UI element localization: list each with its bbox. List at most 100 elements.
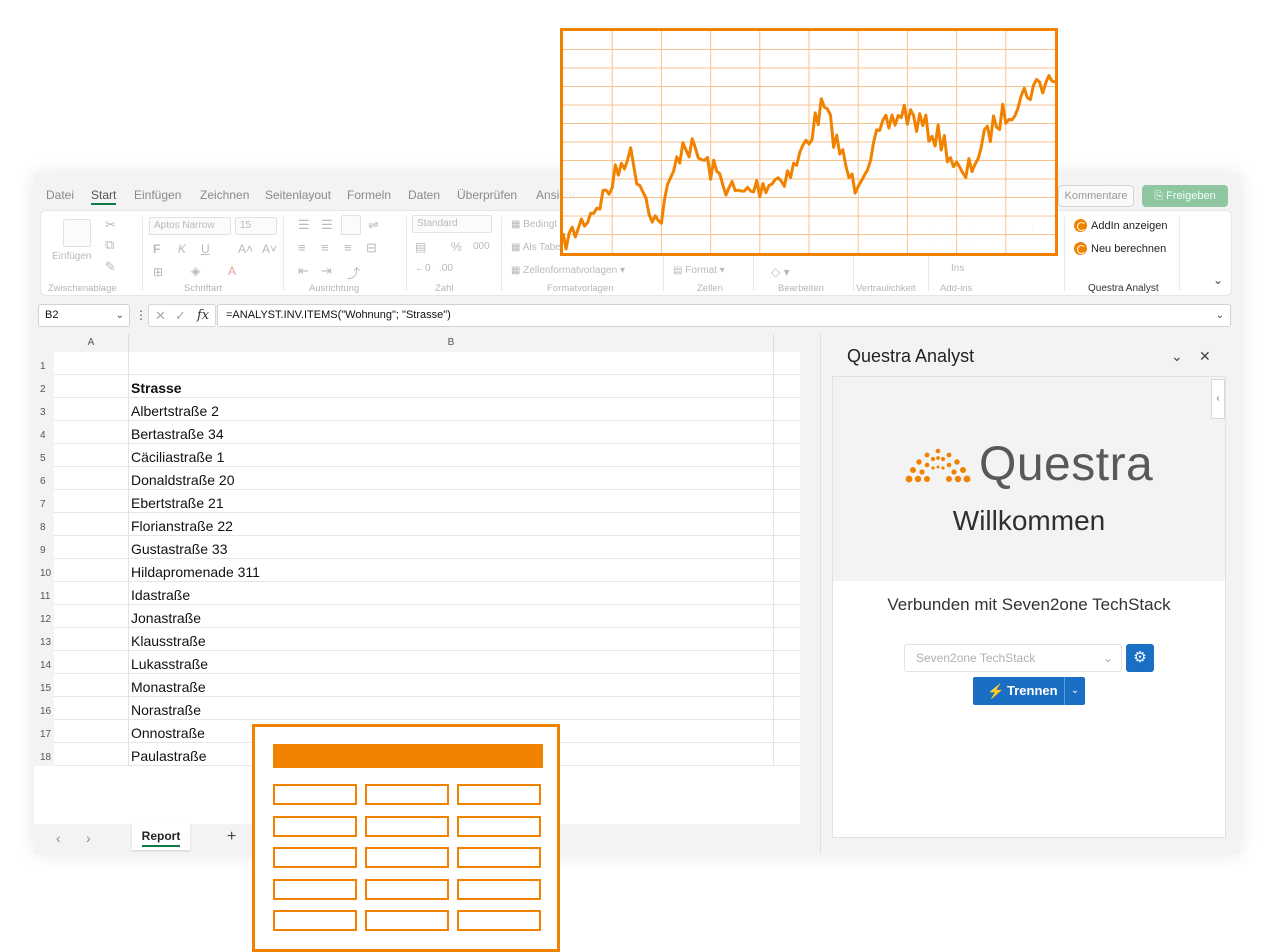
align-right-icon[interactable]: ≡ bbox=[344, 240, 352, 255]
align-left-icon[interactable]: ≡ bbox=[298, 240, 306, 255]
menu-tab-formeln[interactable]: Formeln bbox=[347, 188, 391, 202]
row-header[interactable]: 1 bbox=[34, 352, 54, 375]
row-header[interactable]: 6 bbox=[34, 467, 54, 490]
cell-a[interactable] bbox=[54, 720, 129, 743]
increase-decimal-icon[interactable]: ←0 bbox=[415, 263, 431, 274]
format-as-table-button[interactable]: ▦ Als Tabe bbox=[511, 242, 561, 253]
font-color-icon[interactable]: A bbox=[228, 264, 236, 278]
menu-tab-datei[interactable]: Datei bbox=[46, 188, 74, 202]
cell-a[interactable] bbox=[54, 628, 129, 651]
expand-formula-icon[interactable]: ⌄ bbox=[1216, 305, 1224, 326]
cell-b[interactable]: Gustastraße 33 bbox=[129, 536, 774, 559]
menu-tab-ueberpruefen[interactable]: Überprüfen bbox=[457, 188, 517, 202]
paste-label[interactable]: Einfügen bbox=[52, 251, 91, 262]
cell-a[interactable] bbox=[54, 605, 129, 628]
cell-a[interactable] bbox=[54, 536, 129, 559]
row-header[interactable]: 16 bbox=[34, 697, 54, 720]
chevron-down-icon[interactable]: ⌄ bbox=[1064, 677, 1085, 705]
format-painter-icon[interactable]: ✎ bbox=[105, 259, 116, 275]
shrink-font-icon[interactable]: A˅ bbox=[262, 242, 277, 256]
menu-tab-seitenlayout[interactable]: Seitenlayout bbox=[265, 188, 331, 202]
prev-sheet-icon[interactable]: ‹ bbox=[56, 830, 61, 846]
row-header[interactable]: 11 bbox=[34, 582, 54, 605]
add-sheet-icon[interactable]: + bbox=[227, 828, 236, 846]
cell-b[interactable]: Cäciliastraße 1 bbox=[129, 444, 774, 467]
collapse-chevron-icon[interactable]: ‹ bbox=[1211, 379, 1225, 419]
fill-color-icon[interactable]: ◈ bbox=[191, 264, 200, 278]
cell-c[interactable] bbox=[774, 697, 800, 720]
cell-a[interactable] bbox=[54, 743, 129, 766]
decrease-decimal-icon[interactable]: .00 bbox=[439, 263, 453, 274]
paste-icon[interactable] bbox=[63, 219, 91, 247]
disconnect-button[interactable]: ⚡ Trennen ⌄ bbox=[973, 677, 1085, 705]
cell-b[interactable]: Albertstraße 2 bbox=[129, 398, 774, 421]
connection-select[interactable]: Seven2one TechStack ⌄ bbox=[904, 644, 1122, 672]
cell-c[interactable] bbox=[774, 467, 800, 490]
cell-a[interactable] bbox=[54, 352, 129, 375]
cell-a[interactable] bbox=[54, 421, 129, 444]
cell-a[interactable] bbox=[54, 697, 129, 720]
recalc-button[interactable]: Neu berechnen bbox=[1074, 242, 1166, 255]
cell-a[interactable] bbox=[54, 651, 129, 674]
cell-a[interactable] bbox=[54, 559, 129, 582]
conditional-format-button[interactable]: ▦ Bedingt bbox=[511, 219, 557, 230]
indent-decrease-icon[interactable]: ⇤ bbox=[298, 263, 309, 279]
settings-button[interactable]: ⚙ bbox=[1126, 644, 1154, 672]
share-button[interactable]: ⎘ Freigeben bbox=[1142, 185, 1228, 207]
cell-a[interactable] bbox=[54, 467, 129, 490]
row-header[interactable]: 8 bbox=[34, 513, 54, 536]
row-header[interactable]: 13 bbox=[34, 628, 54, 651]
percent-icon[interactable]: % bbox=[451, 240, 462, 254]
underline-icon[interactable]: U bbox=[201, 242, 210, 256]
show-addin-button[interactable]: AddIn anzeigen bbox=[1074, 219, 1167, 232]
column-header-c[interactable] bbox=[774, 334, 800, 352]
cell-a[interactable] bbox=[54, 375, 129, 398]
cell-c[interactable] bbox=[774, 536, 800, 559]
column-header-b[interactable]: B bbox=[129, 334, 774, 352]
cell-c[interactable] bbox=[774, 651, 800, 674]
menu-tab-einfuegen[interactable]: Einfügen bbox=[134, 188, 181, 202]
font-size-select[interactable]: 15 bbox=[235, 217, 277, 235]
cell-b[interactable]: Norastraße bbox=[129, 697, 774, 720]
cell-c[interactable] bbox=[774, 605, 800, 628]
formula-input[interactable]: =ANALYST.INV.ITEMS("Wohnung"; "Strasse")… bbox=[217, 304, 1231, 327]
menu-tab-daten[interactable]: Daten bbox=[408, 188, 440, 202]
cell-c[interactable] bbox=[774, 674, 800, 697]
copy-icon[interactable]: ⧉ bbox=[105, 237, 114, 253]
align-center-icon[interactable]: ≡ bbox=[321, 240, 329, 255]
cell-b[interactable]: Jonastraße bbox=[129, 605, 774, 628]
cell-a[interactable] bbox=[54, 444, 129, 467]
grow-font-icon[interactable]: A˄ bbox=[238, 242, 253, 256]
row-header[interactable]: 15 bbox=[34, 674, 54, 697]
cell-b[interactable]: Ebertstraße 21 bbox=[129, 490, 774, 513]
cell-styles-button[interactable]: ▦ Zellenformatvorlagen ▾ bbox=[511, 265, 625, 276]
bold-icon[interactable]: F bbox=[153, 242, 160, 256]
orientation-icon[interactable]: ⤴ bbox=[347, 263, 360, 282]
italic-icon[interactable]: K bbox=[178, 242, 186, 256]
cell-c[interactable] bbox=[774, 513, 800, 536]
row-header[interactable]: 2 bbox=[34, 375, 54, 398]
cell-c[interactable] bbox=[774, 352, 800, 375]
row-header[interactable]: 3 bbox=[34, 398, 54, 421]
comments-button[interactable]: Kommentare bbox=[1058, 185, 1134, 207]
menu-tab-zeichnen[interactable]: Zeichnen bbox=[200, 188, 249, 202]
cell-c[interactable] bbox=[774, 398, 800, 421]
cell-b[interactable]: Florianstraße 22 bbox=[129, 513, 774, 536]
cell-c[interactable] bbox=[774, 444, 800, 467]
cell-b[interactable]: Monastraße bbox=[129, 674, 774, 697]
cell-a[interactable] bbox=[54, 582, 129, 605]
cell-b[interactable]: Lukasstraße bbox=[129, 651, 774, 674]
row-header[interactable]: 12 bbox=[34, 605, 54, 628]
cancel-icon[interactable]: ✕ bbox=[155, 305, 166, 326]
cell-c[interactable] bbox=[774, 490, 800, 513]
wrap-text-icon[interactable]: ⇌ bbox=[368, 217, 379, 233]
name-box[interactable]: B2 ⌄ bbox=[38, 304, 130, 327]
cell-c[interactable] bbox=[774, 743, 800, 766]
thousands-icon[interactable]: 000 bbox=[473, 241, 490, 252]
next-sheet-icon[interactable]: › bbox=[86, 830, 91, 846]
format-cells-button[interactable]: ▤ Format ▾ bbox=[673, 265, 725, 276]
select-all-corner[interactable] bbox=[34, 334, 54, 352]
indent-increase-icon[interactable]: ⇥ bbox=[321, 263, 332, 279]
cell-a[interactable] bbox=[54, 674, 129, 697]
cell-c[interactable] bbox=[774, 559, 800, 582]
